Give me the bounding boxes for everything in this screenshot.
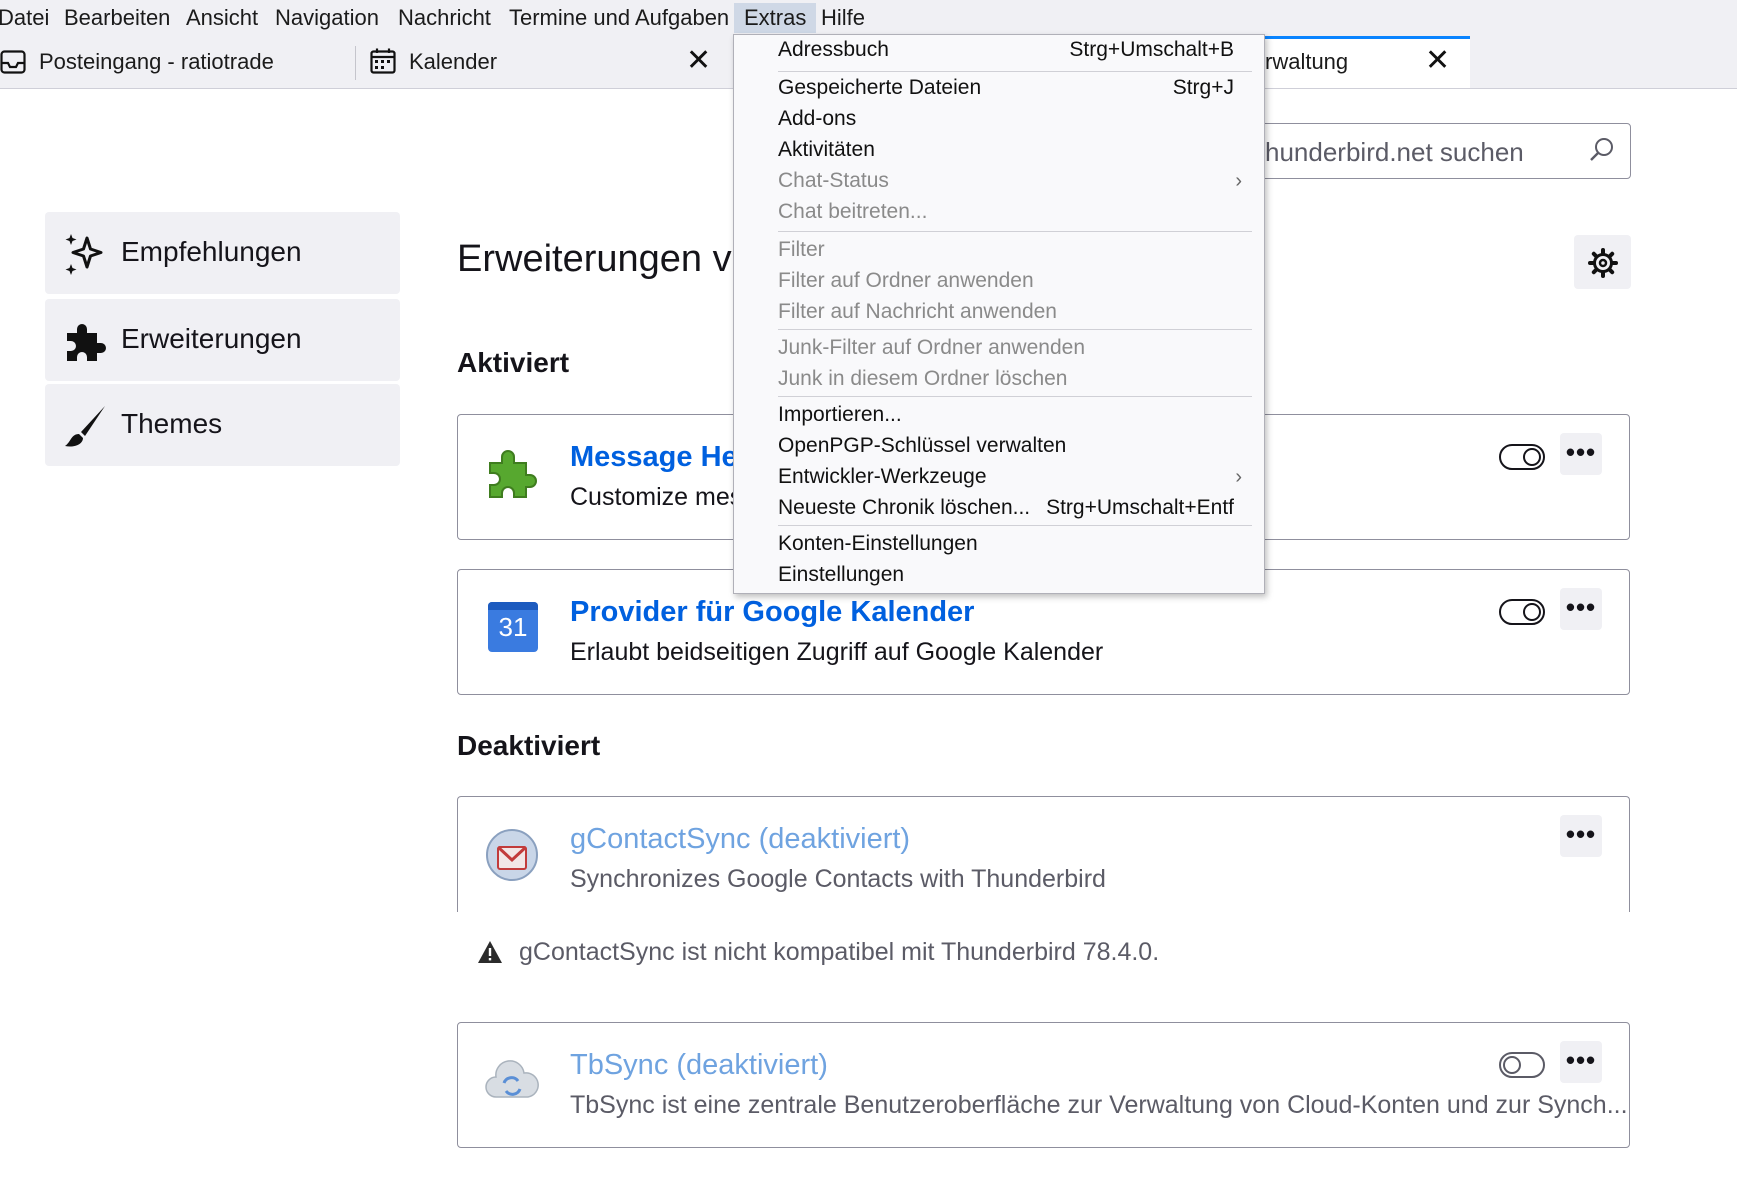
addon-name-link[interactable]: Provider für Google Kalender	[570, 596, 974, 629]
addon-name-link[interactable]: gContactSync (deaktiviert)	[570, 823, 910, 856]
addon-name-link[interactable]: TbSync (deaktiviert)	[570, 1049, 828, 1082]
category-extensions[interactable]: Erweiterungen	[45, 299, 400, 381]
puzzle-icon	[489, 450, 537, 498]
menuitem-aktivitaeten[interactable]: Aktivitäten	[734, 135, 1264, 165]
enabled-heading: Aktiviert	[457, 347, 570, 378]
brush-icon	[65, 406, 105, 447]
tab-addons-label: rwaltung	[1265, 49, 1349, 74]
category-recommendations[interactable]: Empfehlungen	[45, 212, 400, 294]
more-options-button[interactable]: •••	[1560, 1041, 1602, 1083]
menuitem-add-ons[interactable]: Add-ons	[734, 104, 1264, 134]
more-options-button[interactable]: •••	[1560, 588, 1602, 630]
warning-text: gContactSync ist nicht kompatibel mit Th…	[519, 938, 1160, 966]
menuitem-entwickler-werkzeuge[interactable]: Entwickler-Werkzeuge ›	[734, 462, 1264, 492]
addon-card[interactable]: TbSync (deaktiviert) TbSync ist eine zen…	[457, 1022, 1630, 1148]
addon-description: Customize mes	[570, 483, 743, 511]
menu-navigation[interactable]: Navigation	[269, 3, 385, 33]
menuitem-gespeicherte-dateien[interactable]: Gespeicherte Dateien Strg+J	[734, 73, 1264, 103]
disabled-heading: Deaktiviert	[457, 730, 601, 761]
addon-name-link[interactable]: Message Hea	[570, 441, 754, 474]
close-icon[interactable]: ✕	[686, 46, 711, 76]
category-label: Themes	[121, 408, 223, 439]
chevron-right-icon: ›	[1235, 170, 1242, 192]
tab-addons[interactable]: rwaltung ✕	[1265, 36, 1470, 88]
puzzle-icon	[67, 324, 106, 361]
category-label: Empfehlungen	[121, 236, 302, 267]
menuitem-adressbuch[interactable]: Adressbuch Strg+Umschalt+B	[734, 35, 1264, 65]
more-options-button[interactable]: •••	[1560, 815, 1602, 857]
tab-calendar[interactable]: Kalender ✕	[356, 36, 728, 88]
enable-toggle[interactable]	[1499, 1052, 1545, 1078]
menuitem-junk-loeschen[interactable]: Junk in diesem Ordner löschen	[734, 364, 1264, 394]
menu-datei[interactable]: Datei	[0, 3, 55, 33]
category-themes[interactable]: Themes	[45, 384, 400, 466]
menu-hilfe[interactable]: Hilfe	[815, 3, 871, 33]
menu-termine[interactable]: Termine und Aufgaben	[503, 3, 735, 33]
tab-inbox-label: Posteingang - ratiotrade	[39, 49, 274, 74]
menuitem-einstellungen[interactable]: Einstellungen	[734, 560, 1264, 590]
search-placeholder: hunderbird.net suchen	[1265, 137, 1524, 167]
menuitem-konten-einstellungen[interactable]: Konten-Einstellungen	[734, 529, 1264, 559]
page-title: Erweiterungen ve	[457, 238, 753, 280]
gear-icon	[1588, 248, 1618, 278]
warning-icon	[478, 941, 502, 963]
tbsync-icon	[485, 1060, 539, 1098]
menuitem-filter[interactable]: Filter	[734, 235, 1264, 265]
gcontactsync-icon	[486, 829, 538, 881]
addon-card[interactable]: gContactSync (deaktiviert) Synchronizes …	[457, 796, 1630, 912]
search-icon	[1590, 138, 1613, 161]
menu-ansicht[interactable]: Ansicht	[180, 3, 264, 33]
menuitem-importieren[interactable]: Importieren...	[734, 400, 1264, 430]
extras-menu: Adressbuch Strg+Umschalt+B Gespeicherte D…	[733, 34, 1265, 594]
menuitem-filter-nachricht[interactable]: Filter auf Nachricht anwenden	[734, 297, 1264, 327]
addon-description: Synchronizes Google Contacts with Thunde…	[570, 865, 1106, 893]
category-label: Erweiterungen	[121, 323, 302, 354]
enable-toggle[interactable]	[1499, 444, 1545, 470]
tab-calendar-label: Kalender	[409, 49, 498, 74]
addon-description: Erlaubt beidseitigen Zugriff auf Google …	[570, 638, 1104, 666]
menuitem-filter-ordner[interactable]: Filter auf Ordner anwenden	[734, 266, 1264, 296]
enable-toggle[interactable]	[1499, 599, 1545, 625]
tab-inbox[interactable]: Posteingang - ratiotrade	[0, 36, 355, 88]
tools-button[interactable]	[1574, 235, 1631, 289]
addon-description: TbSync ist eine zentrale Benutzeroberflä…	[570, 1091, 1628, 1119]
menuitem-chat-beitreten[interactable]: Chat beitreten...	[734, 197, 1264, 227]
menuitem-openpgp[interactable]: OpenPGP-Schlüssel verwalten	[734, 431, 1264, 461]
menu-bar: Datei Bearbeiten Ansicht Navigation Nach…	[0, 0, 1737, 36]
more-options-button[interactable]: •••	[1560, 433, 1602, 475]
menuitem-chronik-loeschen[interactable]: Neueste Chronik löschen... Strg+Umschalt+…	[734, 493, 1264, 523]
menuitem-junk-filter[interactable]: Junk-Filter auf Ordner anwenden	[734, 333, 1264, 363]
menu-bearbeiten[interactable]: Bearbeiten	[58, 3, 176, 33]
chevron-right-icon: ›	[1235, 466, 1242, 488]
inbox-icon	[0, 50, 26, 74]
compatibility-warning: gContactSync ist nicht kompatibel mit Th…	[457, 912, 1630, 998]
calendar-icon	[370, 48, 396, 74]
menu-extras[interactable]: Extras	[734, 3, 817, 33]
tab-separator	[355, 46, 356, 80]
menuitem-chat-status[interactable]: Chat-Status ›	[734, 166, 1264, 196]
sparkle-icon	[65, 234, 103, 275]
menu-nachricht[interactable]: Nachricht	[392, 3, 497, 33]
addons-search-input[interactable]: hunderbird.net suchen	[1260, 123, 1631, 179]
google-calendar-icon: 31	[488, 602, 538, 652]
close-icon[interactable]: ✕	[1425, 46, 1450, 76]
